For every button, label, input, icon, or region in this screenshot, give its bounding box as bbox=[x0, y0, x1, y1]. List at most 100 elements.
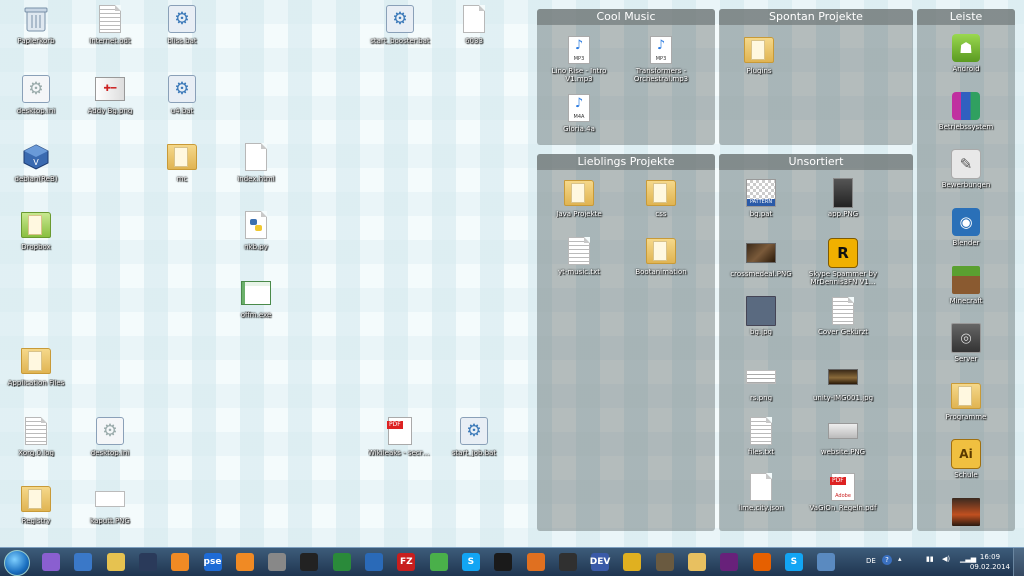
document-icon bbox=[95, 4, 125, 34]
fence-item[interactable]: bg.jpg bbox=[721, 296, 801, 336]
fence-item[interactable]: ♪ MP3 Transformers - Orchestral.mp3 bbox=[621, 35, 701, 83]
fence-item[interactable]: ✎ Bewerbungen bbox=[926, 149, 1006, 189]
taskbar-app-button[interactable] bbox=[811, 550, 841, 574]
taskbar-app-button[interactable] bbox=[36, 550, 66, 574]
taskbar-app-button[interactable] bbox=[650, 550, 680, 574]
desktop-icon-desktop-ini[interactable]: ⚙ desktop.ini bbox=[4, 74, 68, 132]
fence-item[interactable]: rs.png bbox=[721, 362, 801, 402]
taskbar-app-button[interactable]: FZ bbox=[391, 550, 421, 574]
fence-item[interactable]: ◎ Server bbox=[926, 323, 1006, 363]
taskbar-app-button[interactable]: DEV bbox=[585, 550, 615, 574]
taskbar-app-button[interactable] bbox=[359, 550, 389, 574]
fence-cool-music[interactable]: Cool Music ♪ MP3 Lino Rise - Intro V1.mp3… bbox=[537, 9, 715, 145]
fence-item[interactable]: website.PNG bbox=[803, 416, 883, 456]
fence-item[interactable]: yt-music.txt bbox=[539, 236, 619, 276]
taskbar-app-button[interactable] bbox=[230, 550, 260, 574]
desktop-icon-start-job[interactable]: ⚙ start_job.bat bbox=[442, 416, 506, 474]
desktop-icon-u4-bat[interactable]: ⚙ u4.bat bbox=[150, 74, 214, 132]
taskbar-app-button[interactable] bbox=[714, 550, 744, 574]
help-icon[interactable]: ? bbox=[882, 555, 892, 565]
network-icon[interactable]: ▮▮ bbox=[926, 555, 934, 563]
fence-title[interactable]: Unsortiert bbox=[719, 154, 913, 170]
taskbar-app-button[interactable]: pse bbox=[198, 550, 228, 574]
fence-title[interactable]: Lieblings Projekte bbox=[537, 154, 715, 170]
fence-item[interactable]: Programme bbox=[926, 381, 1006, 421]
desktop-icon-application-files[interactable]: Application Files bbox=[4, 346, 68, 404]
desktop-icon-internet-odt[interactable]: Internet.odt bbox=[78, 4, 142, 62]
fence-item[interactable]: ♪ MP3 Lino Rise - Intro V1.mp3 bbox=[539, 35, 619, 83]
desktop-icon-start-booster[interactable]: ⚙ start_booster.bat bbox=[368, 4, 432, 62]
desktop-icon-label: debian(ReB) bbox=[14, 175, 58, 183]
desktop-icon-registry[interactable]: Registry bbox=[4, 484, 68, 542]
taskbar-app-button[interactable] bbox=[68, 550, 98, 574]
volume-icon[interactable]: ◀) bbox=[942, 555, 950, 563]
fence-leiste[interactable]: Leiste ☗ Android Betriebssystem ✎ Bewerb… bbox=[917, 9, 1015, 531]
tray-expand-icon[interactable]: ▴ bbox=[898, 555, 902, 563]
fence-item[interactable]: unity-IMG001.jpg bbox=[803, 362, 883, 402]
fence-item[interactable]: PDF Adobe VaGiOn_Regeln.pdf bbox=[803, 472, 883, 512]
taskbar-app-button[interactable] bbox=[133, 550, 163, 574]
fence-unsortiert[interactable]: Unsortiert PATTERN bg.pat app.PNG crossm… bbox=[719, 154, 913, 531]
fence-title[interactable]: Leiste bbox=[917, 9, 1015, 25]
desktop-icon-addy-bg[interactable]: ✚━ Addy Bg.png bbox=[78, 74, 142, 132]
desktop-icon-6033[interactable]: 6033 bbox=[442, 4, 506, 62]
fence-item[interactable]: Minecraft bbox=[926, 265, 1006, 305]
taskbar-app-button[interactable] bbox=[553, 550, 583, 574]
desktop-icon-desktop-ini-2[interactable]: ⚙ desktop.ini bbox=[78, 416, 142, 474]
taskbar-app-button[interactable] bbox=[165, 550, 195, 574]
language-indicator[interactable]: DE bbox=[866, 557, 876, 565]
show-desktop-button[interactable] bbox=[1013, 548, 1024, 576]
fence-item[interactable]: ☗ Android bbox=[926, 33, 1006, 73]
taskbar-app-button[interactable] bbox=[488, 550, 518, 574]
fence-item-label: Java Projekte bbox=[556, 210, 602, 218]
fence-item[interactable]: R Skype Spammer by MrDennis3FN V1... bbox=[803, 238, 883, 286]
desktop-icon-bliss-bat[interactable]: ⚙ bliss.bat bbox=[150, 4, 214, 62]
fence-item[interactable]: crossmedeal.PNG bbox=[721, 238, 801, 278]
taskbar-app-button[interactable] bbox=[747, 550, 777, 574]
desktop-icon-recycle-bin[interactable]: Papierkorb bbox=[4, 4, 68, 62]
fence-item[interactable]: Plugins bbox=[719, 35, 799, 75]
fence-item[interactable]: css bbox=[621, 178, 701, 218]
fence-item[interactable]: lime.city.json bbox=[721, 472, 801, 512]
fence-item[interactable]: Java Projekte bbox=[539, 178, 619, 218]
fence-lieblings-projekte[interactable]: Lieblings Projekte Java Projekte css yt-… bbox=[537, 154, 715, 531]
fence-item[interactable]: app.PNG bbox=[803, 178, 883, 218]
taskbar-app-button[interactable] bbox=[521, 550, 551, 574]
desktop-icon-wikileaks-pdf[interactable]: PDF Wikileaks - secret ... bbox=[368, 416, 432, 474]
folder-icon bbox=[951, 381, 981, 411]
fence-title[interactable]: Cool Music bbox=[537, 9, 715, 25]
taskbar-app-button[interactable] bbox=[424, 550, 454, 574]
fence-item-label: Gloria.4a bbox=[563, 125, 595, 133]
desktop-icon-kaputt-png[interactable]: kaputt.PNG bbox=[78, 484, 142, 542]
fence-item[interactable]: Cover Gekürzt bbox=[803, 296, 883, 336]
taskbar-app-button[interactable] bbox=[617, 550, 647, 574]
fence-item[interactable]: Betriebssystem bbox=[926, 91, 1006, 131]
taskbar-app-button[interactable] bbox=[294, 550, 324, 574]
fence-item[interactable]: files.txt bbox=[721, 416, 801, 456]
taskbar-app-button[interactable]: S bbox=[456, 550, 486, 574]
taskbar-app-button[interactable] bbox=[327, 550, 357, 574]
desktop-icon-debian[interactable]: V debian(ReB) bbox=[4, 142, 68, 200]
desktop-icon-offm-exe[interactable]: offm.exe bbox=[224, 278, 288, 336]
clock[interactable]: 16:09 09.02.2014 bbox=[970, 552, 1010, 572]
start-button[interactable] bbox=[4, 550, 30, 576]
desktop-icon-mc[interactable]: mc bbox=[150, 142, 214, 200]
taskbar-app-button[interactable] bbox=[101, 550, 131, 574]
desktop-icon-nkb-py[interactable]: nkb.py bbox=[224, 210, 288, 268]
fence-item-label: Blender bbox=[952, 239, 980, 247]
fence-item[interactable]: Bootanimation bbox=[621, 236, 701, 276]
fence-spontan-projekte[interactable]: Spontan Projekte Plugins bbox=[719, 9, 913, 145]
taskbar-app-button[interactable]: S bbox=[779, 550, 809, 574]
fence-item[interactable] bbox=[926, 497, 1006, 529]
taskbar-app-button[interactable] bbox=[262, 550, 292, 574]
fence-item[interactable]: ◉ Blender bbox=[926, 207, 1006, 247]
fence-item[interactable]: PATTERN bg.pat bbox=[721, 178, 801, 218]
desktop-icon-index[interactable]: index.html bbox=[224, 142, 288, 200]
fence-item[interactable]: Ai Schule bbox=[926, 439, 1006, 479]
fence-item[interactable]: ♪ M4A Gloria.4a bbox=[539, 93, 619, 133]
fence-title[interactable]: Spontan Projekte bbox=[719, 9, 913, 25]
desktop-icon-dropbox[interactable]: Dropbox bbox=[4, 210, 68, 268]
desktop-icon-label: desktop.ini bbox=[90, 449, 130, 457]
desktop-icon-xorg-log[interactable]: Xorg.0.log bbox=[4, 416, 68, 474]
taskbar-app-button[interactable] bbox=[682, 550, 712, 574]
